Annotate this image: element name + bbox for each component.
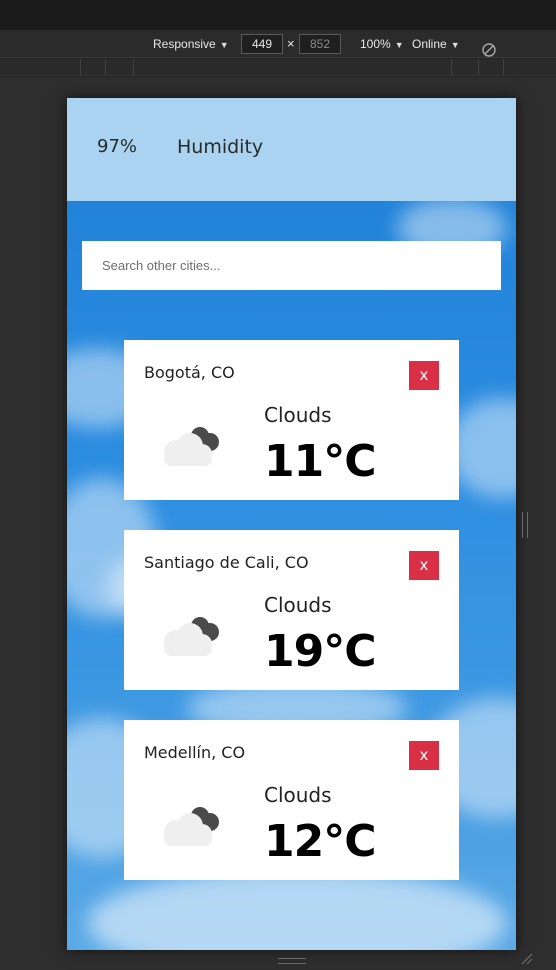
city-search-input[interactable] (82, 241, 501, 290)
humidity-label: Humidity (177, 136, 264, 158)
device-mode-dropdown[interactable]: Responsive ▼ (153, 30, 229, 58)
weather-condition: Clouds (264, 783, 332, 807)
temperature: 11°C (264, 436, 377, 487)
cloud-icon (164, 617, 219, 656)
city-name: Medellín, CO (144, 743, 246, 762)
resize-corner-icon[interactable] (518, 950, 534, 966)
city-name: Bogotá, CO (144, 363, 235, 382)
zoom-dropdown[interactable]: 100% ▼ (360, 30, 404, 58)
browser-top-strip (0, 0, 556, 30)
humidity-panel: 97% Humidity (67, 98, 516, 201)
devtools-device-toolbar: Responsive ▼ 449 × 852 100% ▼ Online ▼ (0, 30, 556, 58)
viewport-height-input[interactable]: 852 (299, 34, 341, 54)
weather-card: Medellín, CO x Clouds 12°C (124, 720, 459, 880)
network-label: Online (412, 37, 447, 51)
remove-city-button[interactable]: x (409, 551, 439, 580)
media-query-ruler (0, 59, 556, 76)
dimension-times-sign: × (287, 36, 295, 51)
weather-condition: Clouds (264, 403, 332, 427)
cloud-icon (164, 807, 219, 846)
viewport-width-input[interactable]: 449 (241, 34, 283, 54)
resize-width-handle[interactable] (522, 512, 528, 538)
weather-card: Santiago de Cali, CO x Clouds 19°C (124, 530, 459, 690)
device-mode-label: Responsive (153, 37, 216, 51)
remove-city-button[interactable]: x (409, 361, 439, 390)
network-throttle-dropdown[interactable]: Online ▼ (412, 30, 460, 58)
chevron-down-icon: ▼ (219, 40, 229, 50)
humidity-value: 97% (97, 136, 138, 157)
chevron-down-icon: ▼ (394, 40, 404, 50)
cloud-icon (164, 427, 219, 466)
city-name: Santiago de Cali, CO (144, 553, 309, 572)
temperature: 12°C (264, 816, 377, 867)
zoom-label: 100% (360, 37, 391, 51)
remove-city-button[interactable]: x (409, 741, 439, 770)
chevron-down-icon: ▼ (450, 40, 460, 50)
temperature: 19°C (264, 626, 377, 677)
rotate-icon[interactable] (481, 30, 497, 58)
app-viewport: 97% Humidity Bogotá, CO x Clouds 11°C Sa… (67, 98, 516, 950)
weather-condition: Clouds (264, 593, 332, 617)
resize-height-handle[interactable] (278, 958, 306, 964)
weather-card: Bogotá, CO x Clouds 11°C (124, 340, 459, 500)
